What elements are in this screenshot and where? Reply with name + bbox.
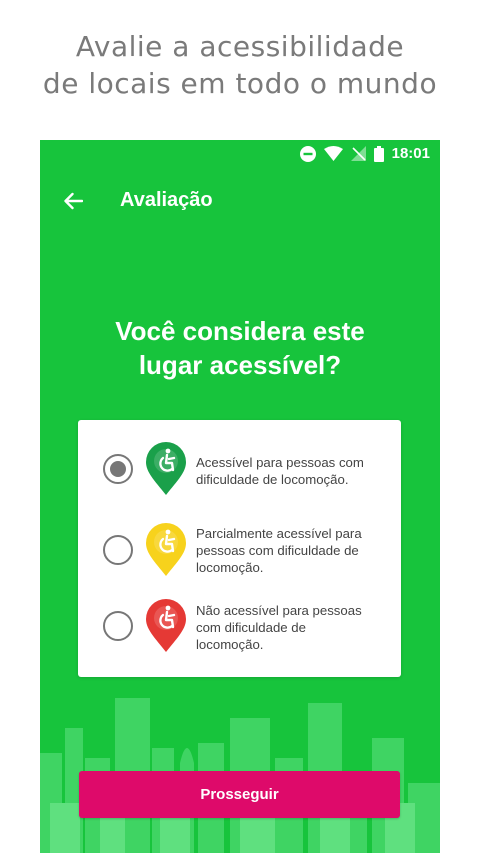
accessible-location-pin-icon (146, 442, 186, 495)
city-skyline-illustration (40, 698, 440, 853)
do-not-disturb-icon (299, 145, 316, 162)
partially-accessible-location-pin-icon (146, 523, 186, 576)
radio-button-selected[interactable] (103, 454, 133, 484)
not-accessible-location-pin-icon (146, 599, 186, 652)
battery-icon (373, 145, 384, 162)
status-time: 18:01 (391, 145, 430, 162)
option-not-accessible-label: Não acessível para pessoas com dificulda… (196, 603, 362, 652)
option-partially-accessible[interactable]: Parcialmente acessível para pessoas com … (78, 510, 401, 590)
proceed-button[interactable]: Prosseguir (79, 771, 400, 818)
promo-line-2: de locais em todo o mundo (42, 67, 438, 100)
promo-headline: Avalie a acessibilidade de locais em tod… (0, 28, 480, 102)
promo-line-1: Avalie a acessibilidade (75, 30, 405, 63)
app-bar: Avaliação (40, 178, 440, 224)
radio-button[interactable] (103, 611, 133, 641)
page-title: Avaliação (120, 189, 213, 211)
wifi-icon (323, 146, 343, 161)
option-partially-accessible-label: Parcialmente acessível para pessoas com … (196, 526, 362, 575)
option-accessible-label: Acessível para pessoas com dificuldade d… (196, 455, 364, 487)
phone-screen: 18:01 Avaliação Você considera este luga… (40, 140, 440, 853)
rating-options-card: Acessível para pessoas com dificuldade d… (78, 420, 401, 677)
arrow-left-icon[interactable] (58, 186, 88, 216)
option-not-accessible[interactable]: Não acessível para pessoas com dificulda… (78, 591, 401, 671)
question-line-1: Você considera este (115, 316, 365, 346)
status-bar: 18:01 (40, 140, 440, 170)
radio-button[interactable] (103, 535, 133, 565)
no-signal-icon (350, 146, 366, 161)
question-heading: Você considera este lugar acessível? (40, 314, 440, 382)
option-accessible[interactable]: Acessível para pessoas com dificuldade d… (78, 429, 401, 509)
question-line-2: lugar acessível? (138, 350, 342, 380)
